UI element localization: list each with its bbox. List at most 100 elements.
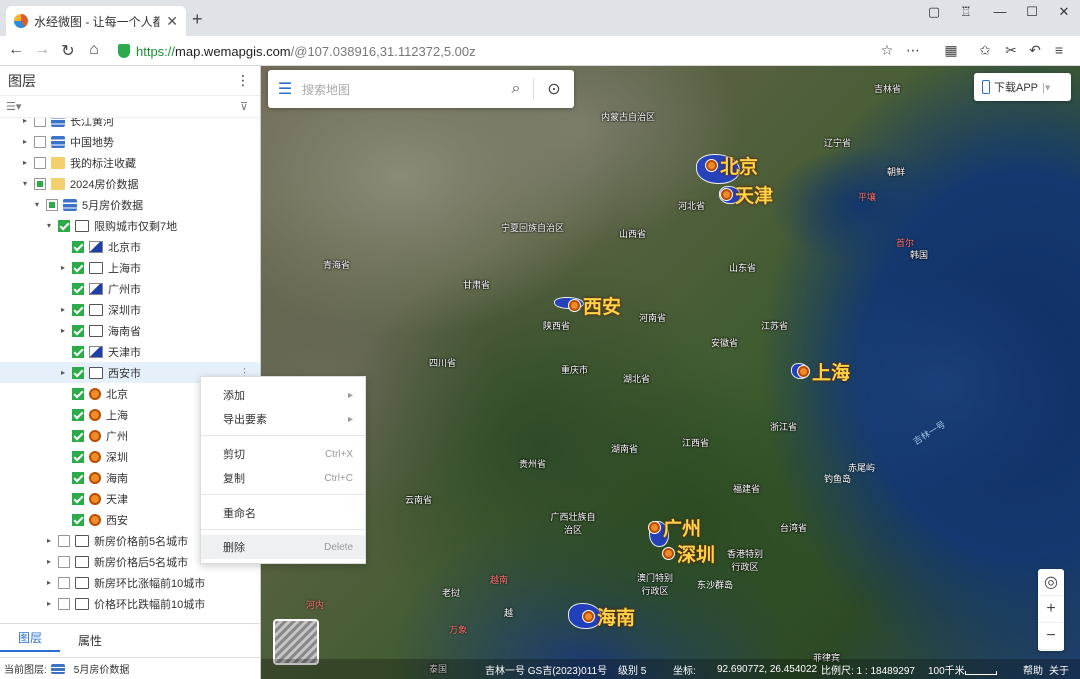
search-icon[interactable]: ⌕ bbox=[499, 80, 533, 98]
layer-checkbox[interactable] bbox=[72, 261, 84, 274]
grid-icon[interactable]: ▦ bbox=[942, 42, 960, 59]
panel-more-icon[interactable]: ⋮ bbox=[236, 72, 250, 89]
layer-checkbox[interactable] bbox=[46, 198, 58, 211]
layer-tree-item[interactable]: ▸ 海南省 bbox=[0, 320, 260, 341]
layer-tree-item[interactable]: ▸ 中国地势 bbox=[0, 131, 260, 152]
zoom-in-button[interactable]: + bbox=[1038, 596, 1064, 623]
layer-tree-item[interactable]: ▸ 价格环比跌幅前10城市 bbox=[0, 593, 260, 614]
layer-list-icon[interactable]: ☰▾ bbox=[6, 100, 21, 113]
back-icon[interactable]: ← bbox=[6, 41, 26, 59]
layer-tree-item[interactable]: ▾ 限购城市仅剩7地 bbox=[0, 215, 260, 236]
layer-checkbox[interactable] bbox=[72, 471, 84, 484]
layer-tree-item[interactable]: ▸ 我的标注收藏 bbox=[0, 152, 260, 173]
search-input[interactable]: 搜索地图 bbox=[302, 81, 499, 98]
layer-checkbox[interactable] bbox=[34, 177, 46, 190]
layer-tree-item[interactable]: ▾ 5月房价数据 bbox=[0, 194, 260, 215]
url-field[interactable]: https://map.wemapgis.com/@107.038916,31.… bbox=[118, 40, 878, 62]
help-link[interactable]: 帮助 bbox=[1023, 662, 1043, 677]
layer-checkbox[interactable] bbox=[72, 408, 84, 421]
location-pin-icon[interactable]: ⊙ bbox=[534, 79, 574, 99]
expand-caret-icon[interactable]: ▸ bbox=[58, 326, 68, 335]
menu-item-copy[interactable]: 复制 Ctrl+C bbox=[201, 466, 365, 490]
layer-checkbox[interactable] bbox=[58, 534, 70, 547]
city-marker-hainan[interactable]: 海南 bbox=[583, 603, 635, 630]
layer-checkbox[interactable] bbox=[72, 282, 84, 295]
new-tab-icon[interactable]: + bbox=[192, 9, 203, 30]
layer-tree-item[interactable]: 天津市 bbox=[0, 341, 260, 362]
undo-icon[interactable]: ↶ bbox=[1026, 42, 1044, 59]
hamburger-menu-icon[interactable]: ☰ bbox=[268, 79, 302, 99]
expand-caret-icon[interactable]: ▸ bbox=[44, 536, 54, 545]
layer-checkbox[interactable] bbox=[72, 345, 84, 358]
layer-checkbox[interactable] bbox=[58, 555, 70, 568]
layer-checkbox[interactable] bbox=[58, 597, 70, 610]
browser-tab[interactable]: 水经微图 - 让每一个人都有图 ✕ bbox=[6, 6, 186, 36]
tab-count-icon[interactable]: ▢ bbox=[924, 4, 944, 20]
scissors-icon[interactable]: ✂ bbox=[1002, 42, 1020, 59]
expand-caret-icon[interactable]: ▸ bbox=[58, 263, 68, 272]
expand-caret-icon[interactable]: ▸ bbox=[58, 368, 68, 377]
layer-checkbox[interactable] bbox=[72, 387, 84, 400]
forward-icon[interactable]: → bbox=[32, 41, 52, 59]
layer-tree-item[interactable]: 广州市 bbox=[0, 278, 260, 299]
locate-icon[interactable]: ◎ bbox=[1038, 569, 1064, 596]
menu-item-add[interactable]: 添加 ▸ bbox=[201, 383, 365, 407]
city-marker-shanghai[interactable]: 上海 bbox=[798, 358, 850, 385]
layer-tree-item[interactable]: ▸ 新房环比涨幅前10城市 bbox=[0, 572, 260, 593]
city-marker-xian[interactable]: 西安 bbox=[569, 292, 621, 319]
menu-item-export[interactable]: 导出要素 ▸ bbox=[201, 407, 365, 431]
layer-tree-item[interactable]: ▾ 2024房价数据 bbox=[0, 173, 260, 194]
layer-checkbox[interactable] bbox=[72, 492, 84, 505]
layer-checkbox[interactable] bbox=[34, 135, 46, 148]
layer-checkbox[interactable] bbox=[72, 366, 84, 379]
expand-caret-icon[interactable]: ▸ bbox=[44, 557, 54, 566]
expand-caret-icon[interactable]: ▸ bbox=[44, 599, 54, 608]
minimize-icon[interactable]: — bbox=[990, 4, 1010, 19]
shirt-icon[interactable]: ♖ bbox=[956, 4, 976, 20]
collapse-caret-icon[interactable]: ▾ bbox=[20, 179, 30, 188]
expand-caret-icon[interactable]: ▸ bbox=[20, 118, 30, 125]
layer-checkbox[interactable] bbox=[72, 450, 84, 463]
close-tab-icon[interactable]: ✕ bbox=[166, 13, 178, 30]
star-icon[interactable]: ☆ bbox=[878, 42, 896, 59]
layer-checkbox[interactable] bbox=[58, 219, 70, 232]
layer-checkbox[interactable] bbox=[72, 513, 84, 526]
layer-tree-item[interactable]: 北京市 bbox=[0, 236, 260, 257]
layer-checkbox[interactable] bbox=[72, 324, 84, 337]
menu-item-rename[interactable]: 重命名 bbox=[201, 501, 365, 525]
layer-checkbox[interactable] bbox=[34, 118, 46, 127]
maximize-icon[interactable]: ☐ bbox=[1022, 4, 1042, 20]
home-icon[interactable]: ⌂ bbox=[84, 41, 104, 59]
layer-checkbox[interactable] bbox=[72, 429, 84, 442]
layer-tree-item[interactable]: ▸ 长江黄河 bbox=[0, 118, 260, 131]
layer-tree-item[interactable]: ▸ 深圳市 bbox=[0, 299, 260, 320]
layer-checkbox[interactable] bbox=[58, 576, 70, 589]
more-horizontal-icon[interactable]: ⋯ bbox=[904, 42, 922, 59]
menu-icon[interactable]: ≡ bbox=[1050, 42, 1068, 58]
collapse-caret-icon[interactable]: ▾ bbox=[32, 200, 42, 209]
expand-caret-icon[interactable]: ▸ bbox=[20, 158, 30, 167]
close-window-icon[interactable]: ✕ bbox=[1054, 4, 1074, 20]
city-marker-shenzhen[interactable]: 深圳 bbox=[663, 540, 715, 567]
zoom-out-button[interactable]: − bbox=[1038, 623, 1064, 650]
menu-item-delete[interactable]: 删除 Delete bbox=[201, 535, 365, 559]
expand-caret-icon[interactable]: ▸ bbox=[20, 137, 30, 146]
expand-caret-icon[interactable]: ▸ bbox=[58, 305, 68, 314]
filter-icon[interactable]: ⊽ bbox=[240, 100, 248, 113]
collapse-caret-icon[interactable]: ▾ bbox=[44, 221, 54, 230]
download-app-button[interactable]: 下载APP |▾ bbox=[974, 73, 1071, 101]
tab-attributes[interactable]: 属性 bbox=[60, 632, 120, 649]
city-marker-guangzhou[interactable]: 广州 bbox=[649, 514, 701, 541]
city-marker-beijing[interactable]: 北京 bbox=[706, 152, 758, 179]
menu-item-cut[interactable]: 剪切 Ctrl+X bbox=[201, 442, 365, 466]
layer-checkbox[interactable] bbox=[72, 240, 84, 253]
layer-tree-item[interactable]: ▸ 上海市 bbox=[0, 257, 260, 278]
expand-caret-icon[interactable]: ▸ bbox=[44, 578, 54, 587]
tab-layers[interactable]: 图层 bbox=[0, 629, 60, 652]
reload-icon[interactable]: ↻ bbox=[58, 41, 78, 61]
layer-checkbox[interactable] bbox=[72, 303, 84, 316]
about-link[interactable]: 关于 bbox=[1049, 662, 1069, 677]
layer-checkbox[interactable] bbox=[34, 156, 46, 169]
favorites-icon[interactable]: ✩ bbox=[976, 42, 994, 59]
map-canvas[interactable]: 内蒙古自治区 吉林省 辽宁省 朝鲜 韩国 河北省 山西省 宁夏回族自治区 青海省… bbox=[261, 66, 1080, 679]
